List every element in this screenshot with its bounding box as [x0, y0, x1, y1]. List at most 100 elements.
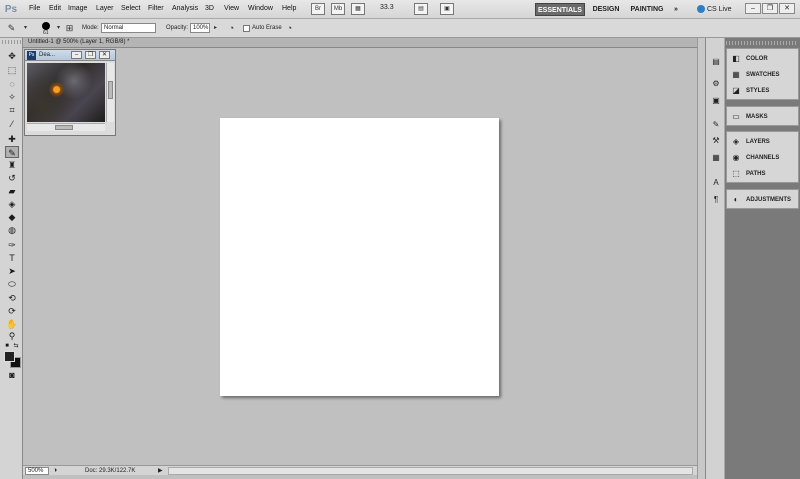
- actions-panel-icon[interactable]: ⚙: [710, 78, 722, 89]
- paragraph-panel-icon[interactable]: ¶: [710, 194, 722, 205]
- hand-tool-icon[interactable]: ✋: [5, 318, 19, 330]
- menu-help[interactable]: Help: [282, 5, 296, 12]
- blur-tool-icon[interactable]: ◆: [5, 211, 19, 223]
- panel-adjustments[interactable]: ◐ ADJUSTMENTS: [727, 192, 799, 208]
- pencil-tool-icon[interactable]: ✎: [5, 146, 19, 158]
- restore-button[interactable]: ❐: [762, 3, 778, 14]
- panel-color[interactable]: ◧ COLOR: [727, 51, 799, 67]
- tablet-size-icon[interactable]: ◔: [284, 23, 295, 34]
- eyedropper-tool-icon[interactable]: ⁄: [5, 118, 19, 130]
- menu-edit[interactable]: Edit: [49, 5, 61, 12]
- panel-styles[interactable]: ◪ STYLES: [727, 83, 799, 99]
- document-vertical-scrollbar[interactable]: [697, 38, 705, 479]
- move-tool-icon[interactable]: ✥: [5, 50, 19, 62]
- menu-view[interactable]: View: [224, 5, 239, 12]
- float-vertical-scrollbar[interactable]: [106, 63, 114, 122]
- floating-window-titlebar[interactable]: Ps Dea... – ❐ ✕: [25, 50, 115, 61]
- options-bar: ✎ ▾ 61 ▾ ⊞ Mode: Normal Opacity: 100% ▸ …: [0, 19, 800, 38]
- type-tool-icon[interactable]: T: [5, 252, 19, 264]
- quick-mask-icon[interactable]: ◙: [5, 369, 19, 381]
- menu-file[interactable]: File: [29, 5, 40, 12]
- close-button[interactable]: ✕: [779, 3, 795, 14]
- minimize-button[interactable]: –: [745, 3, 761, 14]
- document-thumbnail-image[interactable]: [27, 63, 105, 122]
- eraser-tool-icon[interactable]: ▰: [5, 185, 19, 197]
- menu-analysis[interactable]: Analysis: [172, 5, 198, 12]
- photoshop-logo: Ps: [4, 4, 18, 15]
- opacity-dropdown-arrow-icon[interactable]: ▸: [210, 23, 221, 34]
- brush-size-label: 61: [43, 30, 49, 36]
- panel-paths-label: PATHS: [746, 171, 766, 177]
- document-tab[interactable]: Untitled-1 @ 500% (Layer 1, RGB/8) *: [23, 38, 697, 48]
- quick-selection-tool-icon[interactable]: ✧: [5, 91, 19, 103]
- menu-layer[interactable]: Layer: [96, 5, 114, 12]
- dodge-tool-icon[interactable]: ◍: [5, 224, 19, 236]
- marquee-tool-icon[interactable]: ⬚: [5, 64, 19, 76]
- auto-erase-checkbox[interactable]: [243, 25, 250, 32]
- minibridge-icon[interactable]: Mb: [331, 3, 345, 15]
- panel-paths[interactable]: ⬚ PATHS: [727, 166, 799, 182]
- healing-brush-tool-icon[interactable]: ✚: [5, 133, 19, 145]
- foreground-color-swatch[interactable]: [4, 351, 15, 362]
- menu-filter[interactable]: Filter: [148, 5, 164, 12]
- panel-group-adjustments: ◐ ADJUSTMENTS: [726, 189, 799, 209]
- tools-panel-grip[interactable]: [2, 40, 21, 44]
- workspace-more-button[interactable]: »: [670, 3, 682, 16]
- float-restore-button[interactable]: ❐: [85, 51, 96, 59]
- panel-channels[interactable]: ◉ CHANNELS: [727, 150, 799, 166]
- history-brush-tool-icon[interactable]: ↺: [5, 172, 19, 184]
- tool-presets-panel-icon[interactable]: ⚒: [710, 135, 722, 146]
- panel-swatches[interactable]: ▦ SWATCHES: [727, 67, 799, 83]
- pen-tool-icon[interactable]: ✑: [5, 239, 19, 251]
- paint-bucket-tool-icon[interactable]: ◈: [5, 198, 19, 210]
- status-zoom-field[interactable]: 500%: [25, 467, 49, 475]
- view-extras-icon[interactable]: ▦: [351, 3, 365, 15]
- brush-dropdown-arrow-icon[interactable]: ▾: [53, 23, 64, 34]
- crop-tool-icon[interactable]: ⌗: [5, 104, 19, 116]
- 3d-rotate-tool-icon[interactable]: ⟲: [5, 292, 19, 304]
- brush-presets-panel-icon[interactable]: ✎: [710, 119, 722, 130]
- float-close-button[interactable]: ✕: [99, 51, 110, 59]
- brush-panel-icon[interactable]: ⊞: [64, 23, 75, 34]
- menu-window[interactable]: Window: [248, 5, 273, 12]
- float-vertical-scroll-thumb[interactable]: [108, 81, 113, 99]
- preset-dropdown-arrow-icon[interactable]: ▾: [20, 23, 31, 34]
- screen-mode-icon[interactable]: ▣: [440, 3, 454, 15]
- opacity-input[interactable]: 100%: [190, 23, 210, 33]
- path-selection-tool-icon[interactable]: ➤: [5, 265, 19, 277]
- clone-stamp-tool-icon[interactable]: ♜: [5, 159, 19, 171]
- arrange-documents-icon[interactable]: ▤: [414, 3, 428, 15]
- zoom-level-field[interactable]: 33.3: [380, 4, 410, 15]
- menu-select[interactable]: Select: [121, 5, 140, 12]
- workspace-essentials-button[interactable]: ESSENTIALS: [535, 3, 585, 16]
- bridge-icon[interactable]: Br: [311, 3, 325, 15]
- float-horizontal-scroll-thumb[interactable]: [55, 125, 73, 130]
- clone-source-panel-icon[interactable]: ▣: [710, 95, 722, 106]
- status-menu-arrow-icon[interactable]: ▶: [158, 467, 166, 475]
- tablet-pressure-icon[interactable]: ◔: [226, 23, 237, 34]
- document-horizontal-scrollbar[interactable]: [168, 467, 693, 475]
- workspace-painting-button[interactable]: PAINTING: [627, 3, 667, 16]
- lasso-tool-icon[interactable]: ◌: [5, 78, 19, 90]
- panel-styles-label: STYLES: [746, 88, 770, 94]
- workspace-design-button[interactable]: DESIGN: [590, 3, 622, 16]
- tool-preset-icon[interactable]: ✎: [6, 23, 17, 34]
- character-panel-icon[interactable]: A: [710, 177, 722, 188]
- mode-select[interactable]: Normal: [101, 23, 156, 33]
- ellipse-tool-icon[interactable]: ⬭: [5, 278, 19, 290]
- cs-live-button[interactable]: CS Live: [697, 3, 741, 16]
- notes-panel-icon[interactable]: ▦: [710, 152, 722, 163]
- menu-3d[interactable]: 3D: [205, 5, 214, 12]
- status-info-icon[interactable]: ◑: [53, 467, 57, 474]
- panel-layers[interactable]: ◈ LAYERS: [727, 134, 799, 150]
- 3d-orbit-tool-icon[interactable]: ⟳: [5, 305, 19, 317]
- panel-masks[interactable]: ▭ MASKS: [727, 109, 799, 125]
- float-minimize-button[interactable]: –: [71, 51, 82, 59]
- history-panel-icon[interactable]: ▤: [710, 56, 722, 67]
- panel-dock-grip[interactable]: [726, 41, 798, 45]
- brush-preview-icon[interactable]: [42, 22, 50, 30]
- canvas[interactable]: [220, 118, 499, 396]
- floating-document-window[interactable]: Ps Dea... – ❐ ✕: [24, 49, 116, 136]
- float-horizontal-scrollbar[interactable]: [27, 123, 105, 131]
- menu-image[interactable]: Image: [68, 5, 87, 12]
